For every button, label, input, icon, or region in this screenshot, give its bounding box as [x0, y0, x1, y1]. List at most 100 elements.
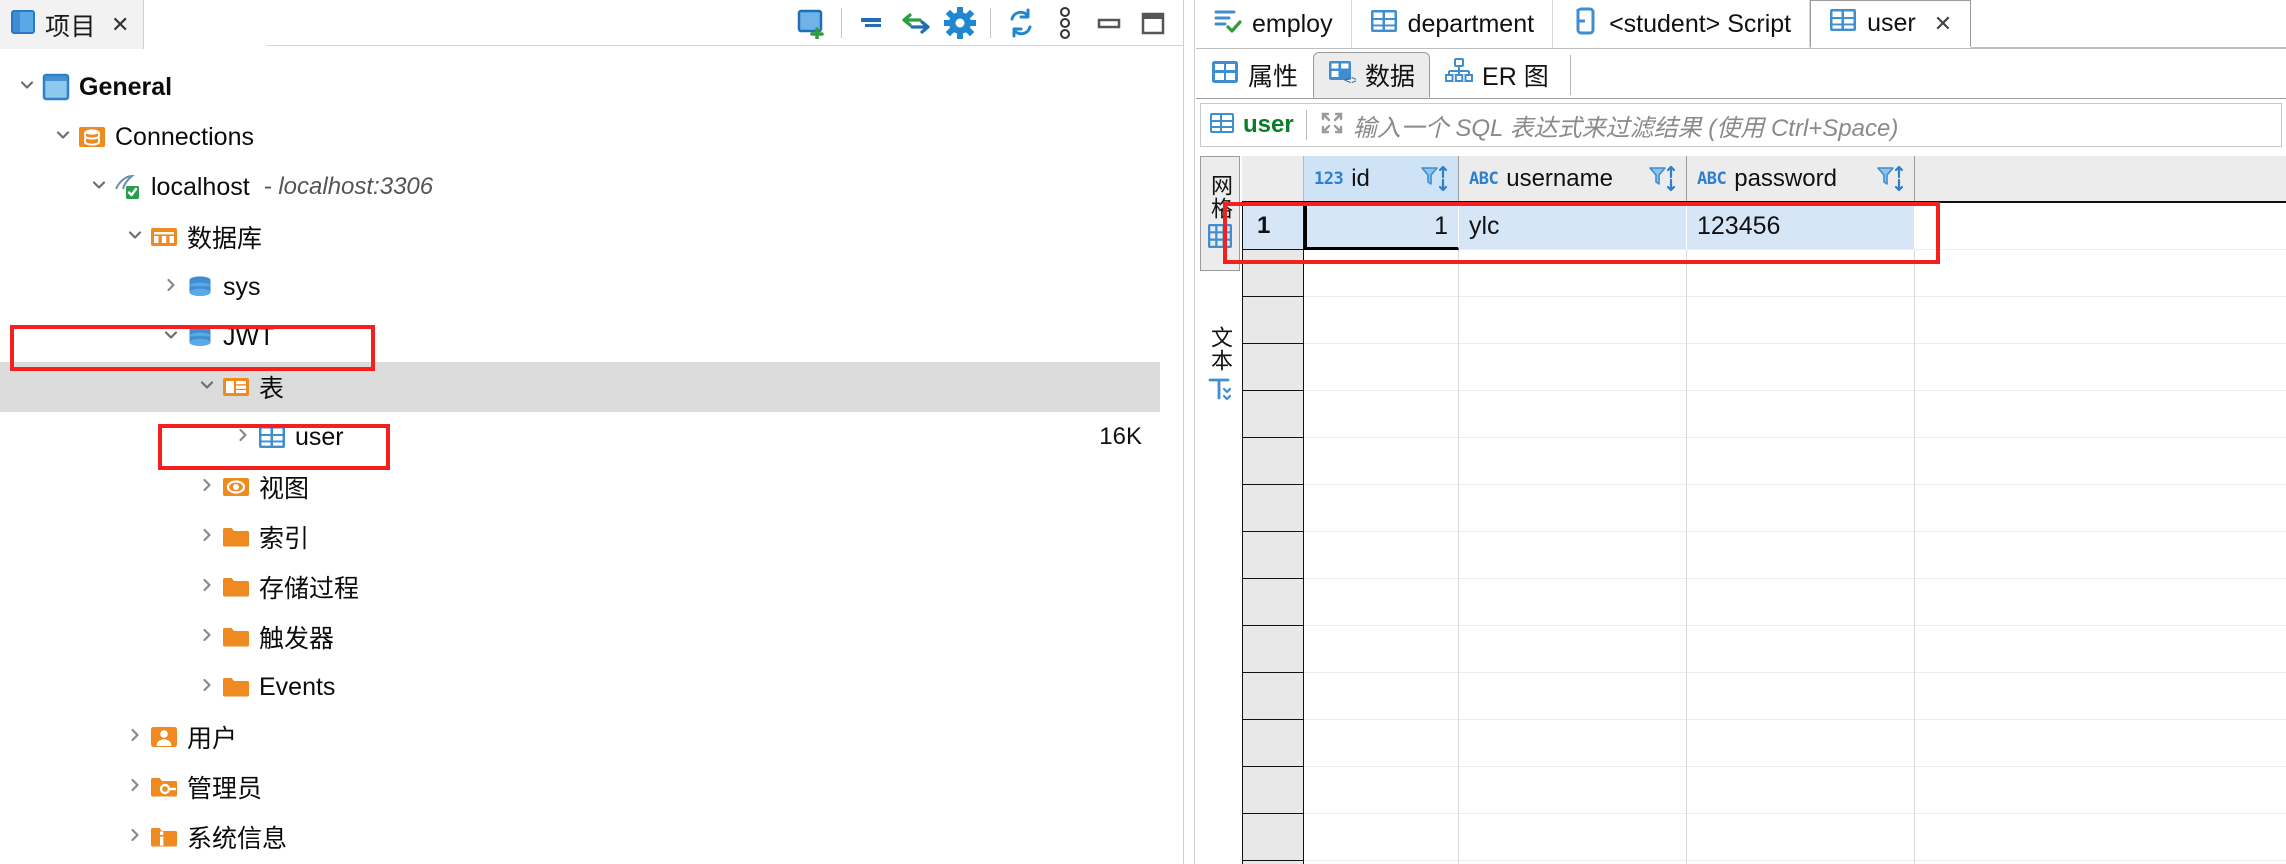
grid-row[interactable]	[1242, 814, 2286, 861]
grid-cell-password[interactable]	[1687, 673, 1915, 720]
grid-cell-username[interactable]	[1459, 250, 1687, 297]
subtab-属性[interactable]: 属性	[1196, 52, 1314, 98]
grid-cell-username[interactable]	[1459, 344, 1687, 391]
tree-item-general[interactable]: General	[0, 62, 1160, 112]
grid-cell-id[interactable]	[1304, 391, 1459, 438]
grid-row[interactable]	[1242, 673, 2286, 720]
twisty-expanded-icon[interactable]	[192, 375, 222, 399]
grid-cell-password[interactable]	[1687, 579, 1915, 626]
grid-row[interactable]	[1242, 532, 2286, 579]
grid-cell-id[interactable]	[1304, 720, 1459, 767]
grid-cell-password[interactable]	[1687, 532, 1915, 579]
row-number[interactable]	[1242, 438, 1304, 485]
row-number[interactable]	[1242, 767, 1304, 814]
minimize-icon[interactable]	[1089, 3, 1129, 43]
grid-cell-password[interactable]	[1687, 438, 1915, 485]
editor-tab-user[interactable]: user ✕	[1810, 0, 1972, 48]
new-connection-icon[interactable]	[791, 3, 831, 43]
grid-cell-password[interactable]	[1687, 720, 1915, 767]
grid-cell-password[interactable]	[1687, 767, 1915, 814]
twisty-expanded-icon[interactable]	[48, 125, 78, 149]
grid-cell-username[interactable]	[1459, 767, 1687, 814]
filter-sort-icon[interactable]	[1420, 165, 1450, 193]
twisty-collapsed-icon[interactable]	[192, 625, 222, 649]
grid-cell-id[interactable]: 1	[1304, 203, 1459, 250]
sql-filter-bar[interactable]: user 输入一个 SQL 表达式来过滤结果 (使用 Ctrl+Space)	[1200, 103, 2282, 147]
row-number[interactable]: 1	[1242, 203, 1304, 250]
grid-row[interactable]	[1242, 250, 2286, 297]
twisty-collapsed-icon[interactable]	[120, 725, 150, 749]
grid-cell-id[interactable]	[1304, 532, 1459, 579]
grid-cell-username[interactable]	[1459, 391, 1687, 438]
grid-corner-cell[interactable]	[1242, 156, 1304, 201]
grid-row[interactable]	[1242, 485, 2286, 532]
grid-cell-id[interactable]	[1304, 814, 1459, 861]
grid-cell-password[interactable]: 123456	[1687, 203, 1915, 250]
grid-cell-password[interactable]	[1687, 391, 1915, 438]
tree-item--[interactable]: 系统信息	[0, 812, 1160, 862]
tree-item-jwt[interactable]: JWT	[0, 312, 1160, 362]
twisty-expanded-icon[interactable]	[156, 325, 186, 349]
twisty-collapsed-icon[interactable]	[156, 275, 186, 299]
row-number[interactable]	[1242, 391, 1304, 438]
grid-cell-id[interactable]	[1304, 579, 1459, 626]
twisty-collapsed-icon[interactable]	[228, 425, 258, 449]
subtab-ER-图[interactable]: ER 图	[1430, 52, 1564, 98]
grid-cell-username[interactable]	[1459, 626, 1687, 673]
grid-cell-id[interactable]	[1304, 767, 1459, 814]
column-header-password[interactable]: ABC password	[1687, 156, 1915, 201]
grid-row[interactable]	[1242, 579, 2286, 626]
editor-tab--student-script[interactable]: <student> Script	[1553, 0, 1811, 48]
view-menu-icon[interactable]	[1045, 3, 1085, 43]
row-number[interactable]	[1242, 673, 1304, 720]
grid-cell-id[interactable]	[1304, 250, 1459, 297]
grid-cell-password[interactable]	[1687, 485, 1915, 532]
row-number[interactable]	[1242, 250, 1304, 297]
grid-cell-id[interactable]	[1304, 438, 1459, 485]
grid-cell-id[interactable]	[1304, 297, 1459, 344]
tree-item--[interactable]: 表	[0, 362, 1160, 412]
refresh-icon[interactable]	[1001, 3, 1041, 43]
grid-cell-username[interactable]	[1459, 532, 1687, 579]
close-icon[interactable]: ✕	[1934, 11, 1952, 37]
row-number[interactable]	[1242, 626, 1304, 673]
grid-cell-password[interactable]	[1687, 814, 1915, 861]
grid-row[interactable]	[1242, 720, 2286, 767]
column-header-id[interactable]: 123 id	[1304, 156, 1459, 201]
column-header-username[interactable]: ABC username	[1459, 156, 1687, 201]
grid-cell-id[interactable]	[1304, 485, 1459, 532]
grid-row[interactable]	[1242, 767, 2286, 814]
tree-item--[interactable]: 管理员	[0, 762, 1160, 812]
tree-item--[interactable]: 用户	[0, 712, 1160, 762]
row-number[interactable]	[1242, 579, 1304, 626]
tree-item-localhost[interactable]: localhost - localhost:3306	[0, 162, 1160, 212]
link-editor-icon[interactable]	[896, 3, 936, 43]
tree-item-connections[interactable]: Connections	[0, 112, 1160, 162]
filter-sort-icon[interactable]	[1648, 165, 1678, 193]
editor-tab-department[interactable]: department	[1351, 0, 1554, 48]
tree-item--[interactable]: 数据库	[0, 212, 1160, 262]
row-number[interactable]	[1242, 720, 1304, 767]
tree-item--[interactable]: 索引	[0, 512, 1160, 562]
grid-cell-password[interactable]	[1687, 344, 1915, 391]
tree-item--[interactable]: 存储过程	[0, 562, 1160, 612]
tree-item--[interactable]: 触发器	[0, 612, 1160, 662]
tree-item-user[interactable]: user 16K	[0, 412, 1160, 462]
row-number[interactable]	[1242, 485, 1304, 532]
row-number[interactable]	[1242, 344, 1304, 391]
grid-cell-username[interactable]: ylc	[1459, 203, 1687, 250]
grid-cell-password[interactable]	[1687, 626, 1915, 673]
tree-item-events[interactable]: Events	[0, 662, 1160, 712]
twisty-collapsed-icon[interactable]	[120, 775, 150, 799]
grid-row[interactable]	[1242, 344, 2286, 391]
twisty-collapsed-icon[interactable]	[192, 675, 222, 699]
tab-project[interactable]: 项目 ✕	[0, 0, 145, 49]
twisty-collapsed-icon[interactable]	[192, 575, 222, 599]
tree-item--[interactable]: 视图	[0, 462, 1160, 512]
row-number[interactable]	[1242, 532, 1304, 579]
twisty-expanded-icon[interactable]	[120, 225, 150, 249]
grid-cell-username[interactable]	[1459, 297, 1687, 344]
collapse-all-icon[interactable]	[852, 3, 892, 43]
grid-cell-username[interactable]	[1459, 579, 1687, 626]
twisty-expanded-icon[interactable]	[84, 175, 114, 199]
